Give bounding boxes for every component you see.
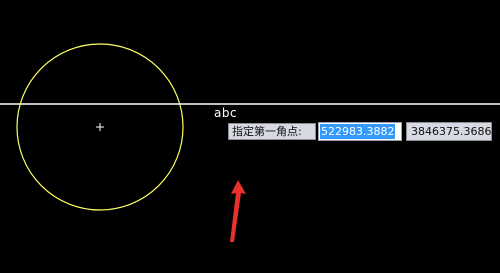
circle-center-cross-icon — [96, 123, 104, 131]
red-arrow-icon — [230, 180, 246, 242]
x-coordinate-value: 522983.3882 — [320, 124, 396, 139]
abc-text-label: abc — [214, 106, 238, 120]
x-coordinate-input[interactable]: 522983.3882 — [318, 122, 402, 141]
y-coordinate-input[interactable]: 3846375.3686 — [406, 122, 492, 141]
dynamic-input-prompt: 指定第一角点: — [228, 123, 316, 140]
drawing-canvas[interactable]: abc 指定第一角点: 522983.3882 3846375.3686 — [0, 0, 500, 273]
